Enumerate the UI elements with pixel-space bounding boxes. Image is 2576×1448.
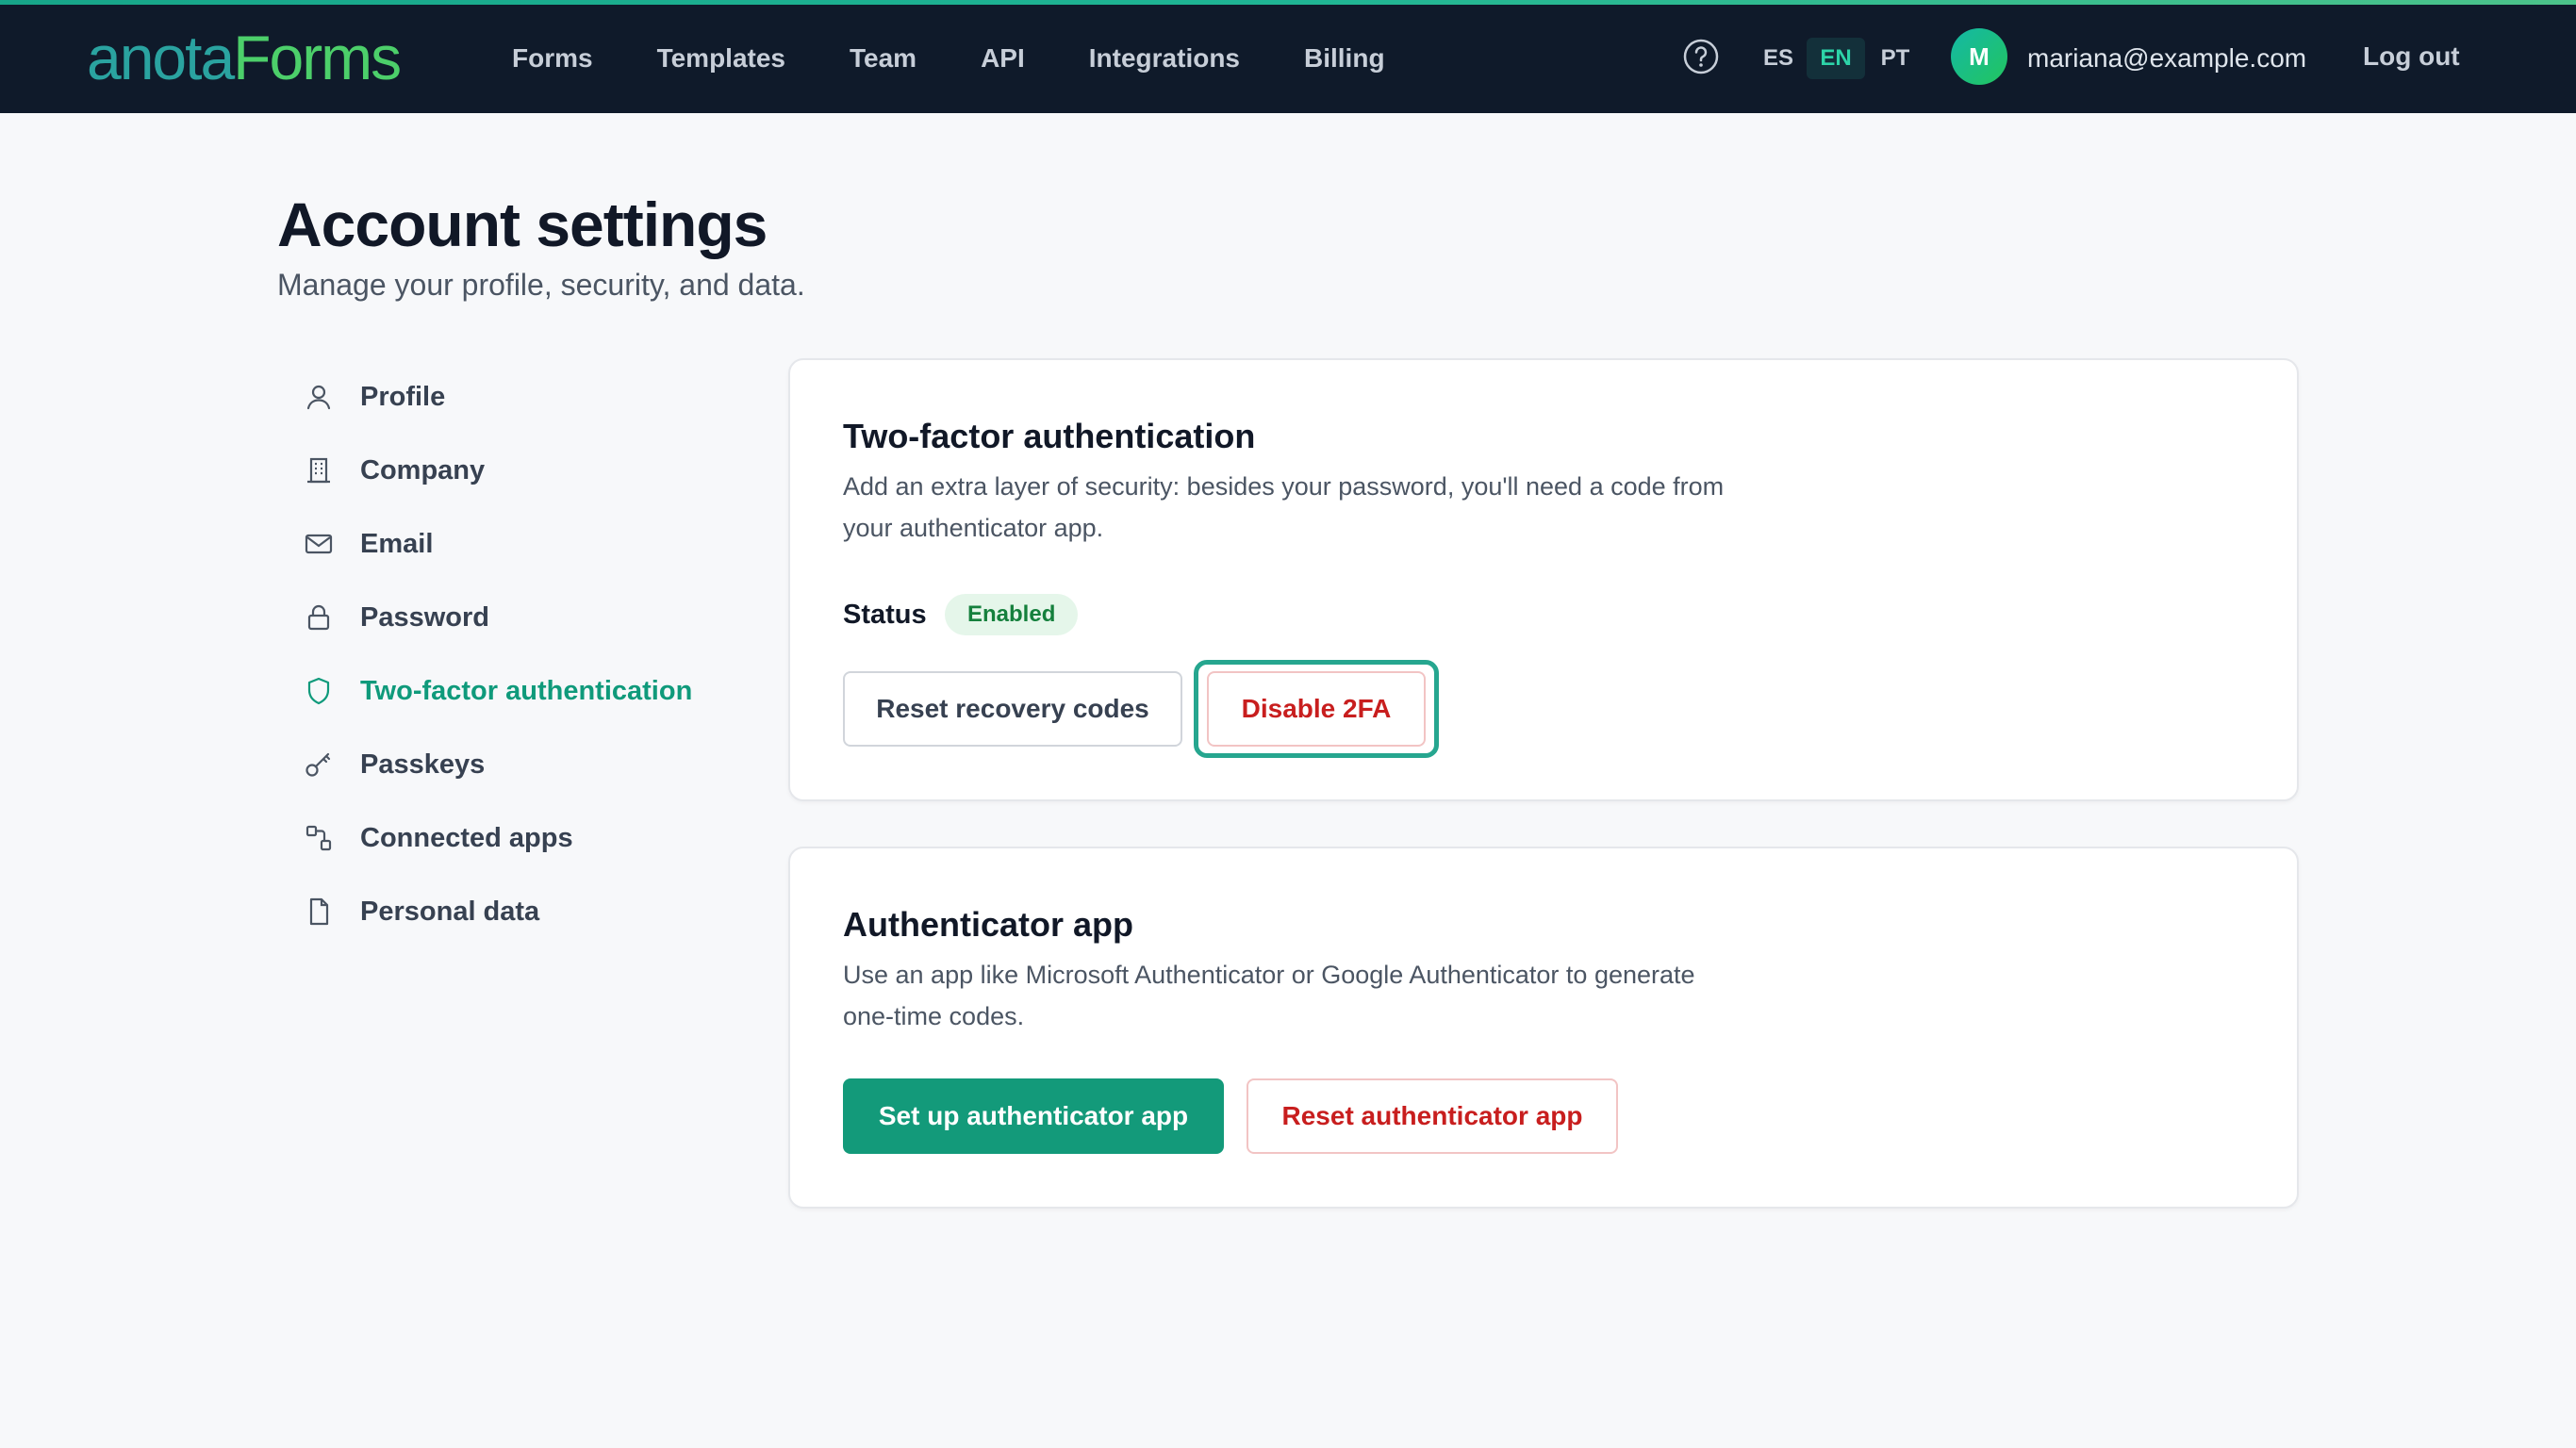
two-factor-title: Two-factor authentication <box>843 417 1256 455</box>
document-icon <box>300 893 338 930</box>
reset-authenticator-button[interactable]: Reset authenticator app <box>1247 1078 1618 1154</box>
help-icon[interactable] <box>1682 38 1720 75</box>
two-factor-card: Two-factor authentication Add an extra l… <box>788 358 2299 801</box>
sidebar-item-two-factor-authentication[interactable]: Two-factor authentication <box>277 654 768 728</box>
sidebar-item-company[interactable]: Company <box>277 434 768 507</box>
sidebar-item-label: Profile <box>360 381 446 412</box>
brand-logo[interactable]: anotaForms <box>87 23 402 92</box>
authenticator-app-card: Authenticator app Use an app like Micros… <box>788 847 2299 1209</box>
main-nav: Forms Templates Team API Integrations Bi… <box>512 38 1449 79</box>
sidebar-item-label: Password <box>360 601 489 633</box>
lock-icon <box>300 599 338 636</box>
page-title: Account settings <box>277 189 768 259</box>
authenticator-title: Authenticator app <box>843 905 1134 944</box>
nav-api[interactable]: API <box>981 38 1025 79</box>
nav-integrations[interactable]: Integrations <box>1089 38 1240 79</box>
lang-es[interactable]: ES <box>1759 38 1797 79</box>
sidebar-item-password[interactable]: Password <box>277 581 768 654</box>
shield-icon <box>300 672 338 710</box>
sidebar-item-email[interactable]: Email <box>277 507 768 581</box>
sidebar-item-profile[interactable]: Profile <box>277 360 768 434</box>
authenticator-description: Use an app like Microsoft Authenticator … <box>843 961 1695 1030</box>
sidebar-item-connected-apps[interactable]: Connected apps <box>277 801 768 875</box>
lang-en[interactable]: EN <box>1807 38 1865 79</box>
sidebar-item-label: Passkeys <box>360 749 486 780</box>
nav-templates[interactable]: Templates <box>657 38 785 79</box>
two-factor-description: Add an extra layer of security: besides … <box>843 472 1725 542</box>
sidebar-item-label: Company <box>360 454 486 485</box>
brand-logo-part1: anota <box>87 23 235 92</box>
status-label: Status <box>843 600 927 630</box>
sidebar-item-personal-data[interactable]: Personal data <box>277 875 768 948</box>
nav-forms[interactable]: Forms <box>512 38 593 79</box>
avatar[interactable]: M <box>1951 28 2007 85</box>
disable-2fa-button[interactable]: Disable 2FA <box>1207 671 1426 747</box>
sidebar-item-label: Connected apps <box>360 822 573 853</box>
page-subtitle: Manage your profile, security, and data. <box>277 268 805 302</box>
sidebar-item-label: Two-factor authentication <box>360 675 693 706</box>
user-icon <box>300 378 338 416</box>
logout-button[interactable]: Log out <box>2363 36 2460 77</box>
apps-icon <box>300 819 338 857</box>
key-icon <box>300 746 338 783</box>
sidebar-item-passkeys[interactable]: Passkeys <box>277 728 768 801</box>
settings-sidebar: Profile Company Email Password Two-facto… <box>277 360 768 948</box>
nav-team[interactable]: Team <box>850 38 916 79</box>
brand-logo-part2: Forms <box>233 23 402 92</box>
top-navigation-bar: anotaForms Forms Templates Team API Inte… <box>0 0 2576 113</box>
sidebar-item-label: Email <box>360 528 434 559</box>
set-up-authenticator-button[interactable]: Set up authenticator app <box>843 1078 1224 1154</box>
reset-recovery-codes-button[interactable]: Reset recovery codes <box>843 671 1182 747</box>
building-icon <box>300 452 338 489</box>
user-email[interactable]: mariana@example.com <box>2027 38 2306 79</box>
status-badge: Enabled <box>945 594 1079 635</box>
sidebar-item-label: Personal data <box>360 896 540 927</box>
nav-billing[interactable]: Billing <box>1304 38 1385 79</box>
mail-icon <box>300 525 338 563</box>
lang-pt[interactable]: PT <box>1876 38 1914 79</box>
